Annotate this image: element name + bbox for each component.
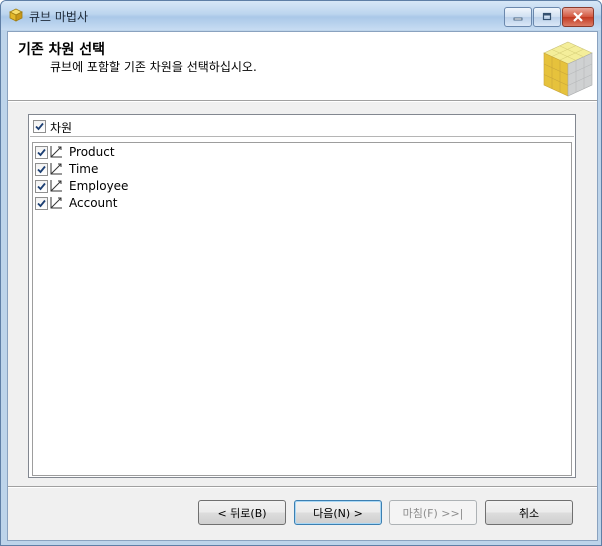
dimension-icon xyxy=(50,146,62,158)
list-item[interactable]: Product xyxy=(33,144,563,161)
finish-button[interactable]: 마침(F) >>| xyxy=(389,500,477,525)
cube-graphic xyxy=(543,41,593,97)
select-all-checkbox[interactable] xyxy=(33,120,46,133)
title-bar[interactable]: 큐브 마법사 xyxy=(1,1,601,30)
item-label: Account xyxy=(69,196,118,210)
maximize-icon xyxy=(542,12,552,21)
item-checkbox[interactable] xyxy=(35,163,48,176)
list-item[interactable]: Employee xyxy=(33,178,563,195)
list-item[interactable]: Time xyxy=(33,161,563,178)
cube-wizard-window: 큐브 마법사 기존 차원 선택 큐브에 포함할 기존 차원을 선택하십시오. 차… xyxy=(0,0,602,546)
header-divider-highlight xyxy=(8,101,597,102)
dimension-icon xyxy=(50,180,62,192)
wizard-client: 기존 차원 선택 큐브에 포함할 기존 차원을 선택하십시오. 차원 Produ… xyxy=(7,31,598,541)
cancel-button[interactable]: 취소 xyxy=(485,500,573,525)
dimension-icon xyxy=(50,163,62,175)
maximize-button[interactable] xyxy=(533,7,561,27)
cube-icon xyxy=(9,8,23,22)
close-icon xyxy=(573,12,583,22)
close-button[interactable] xyxy=(562,7,594,27)
wizard-header: 기존 차원 선택 큐브에 포함할 기존 차원을 선택하십시오. xyxy=(8,32,597,100)
minimize-icon xyxy=(513,17,523,21)
minimize-button[interactable] xyxy=(504,7,532,27)
next-button[interactable]: 다음(N) > xyxy=(294,500,382,525)
dimension-tree[interactable]: Product Time Employee Account xyxy=(32,142,572,476)
checkmark-icon xyxy=(35,122,44,131)
checkmark-icon xyxy=(37,199,46,208)
item-label: Employee xyxy=(69,179,129,193)
item-checkbox[interactable] xyxy=(35,197,48,210)
footer-divider-highlight xyxy=(8,487,597,488)
checkmark-icon xyxy=(37,165,46,174)
window-title: 큐브 마법사 xyxy=(29,10,89,24)
checkmark-icon xyxy=(37,182,46,191)
item-checkbox[interactable] xyxy=(35,146,48,159)
list-item[interactable]: Account xyxy=(33,195,563,212)
dimension-icon xyxy=(50,197,62,209)
dimension-list: 차원 Product Time Employee Account xyxy=(28,114,576,478)
page-title: 기존 차원 선택 xyxy=(18,42,106,58)
list-header[interactable]: 차원 xyxy=(30,116,574,137)
checkmark-icon xyxy=(37,148,46,157)
item-label: Time xyxy=(69,162,99,176)
page-subtitle: 큐브에 포함할 기존 차원을 선택하십시오. xyxy=(50,60,257,74)
list-header-label: 차원 xyxy=(50,121,73,135)
back-button[interactable]: < 뒤로(B) xyxy=(198,500,286,525)
item-checkbox[interactable] xyxy=(35,180,48,193)
item-label: Product xyxy=(69,145,115,159)
